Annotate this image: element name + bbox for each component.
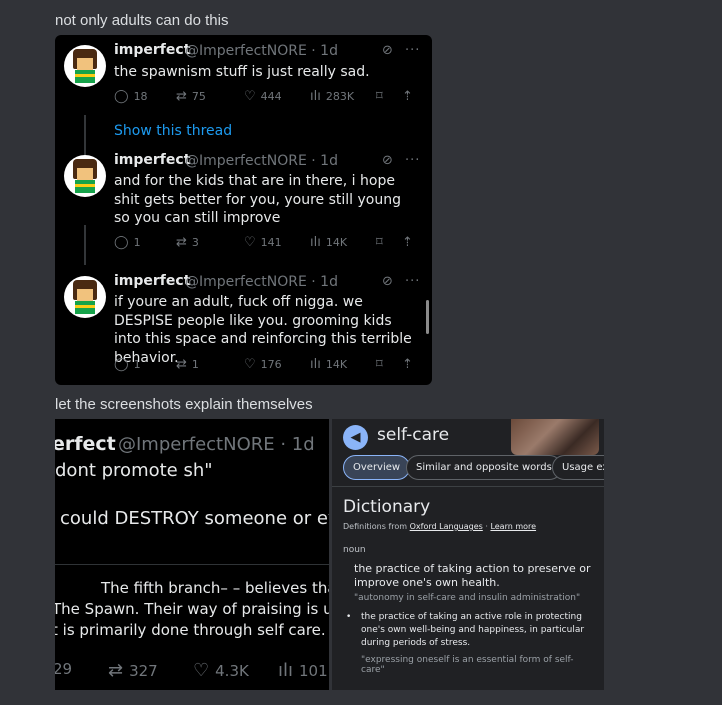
handle: @ImperfectNORE · 1d xyxy=(185,43,338,59)
views-icon: ılı xyxy=(310,89,321,104)
thread-connector xyxy=(84,225,86,265)
views-count: 101 xyxy=(299,661,328,680)
reply-icon: ◯ xyxy=(114,357,129,372)
quoted-text-line: t is primarily done through self care. xyxy=(55,621,326,639)
repost-icon: ⇄ xyxy=(108,660,124,681)
tweet-actions: ◯ 1 ⇄ 3 ♡ 141 ılı 14K ⌑ ⇡ xyxy=(114,235,424,251)
tweet-thread-screenshot[interactable]: imperfect @ImperfectNORE · 1d ⊘ ··· the … xyxy=(55,35,432,385)
divider xyxy=(55,564,329,565)
reply-icon: ◯ xyxy=(114,89,129,104)
reply-count: 18 xyxy=(133,90,148,103)
bookmark-icon: ⌑ xyxy=(376,235,383,250)
learn-more-link: Learn more xyxy=(490,522,537,531)
repost-icon: ⇄ xyxy=(176,89,187,104)
views-count: 14K xyxy=(325,236,348,249)
tweet-text-line: could DESTROY someone or eve xyxy=(60,508,329,529)
scrollbar[interactable] xyxy=(426,300,429,334)
tweet-actions: ◯ 18 ⇄ 75 ♡ 444 ılı 283K ⌑ ⇡ xyxy=(114,89,424,105)
like-icon: ♡ xyxy=(244,357,256,372)
views-icon: ılı xyxy=(310,235,321,250)
reply-icon: ◯ xyxy=(114,235,129,250)
avatar xyxy=(64,155,106,197)
repost-count: 75 xyxy=(191,90,206,103)
views-count: 14K xyxy=(325,358,348,371)
tweet-text: if youre an adult, fuck off nigga. we DE… xyxy=(114,294,412,366)
share-icon: ⇡ xyxy=(402,235,413,250)
image-thumbnail xyxy=(511,419,599,455)
more-icon: ··· xyxy=(405,153,421,168)
message-text: let the screenshots explain themselves xyxy=(55,396,313,413)
bookmark-icon: ⌑ xyxy=(376,357,383,372)
handle: @ImperfectNORE · 1d xyxy=(185,153,338,169)
more-icon: ··· xyxy=(405,43,421,58)
views-count: 283K xyxy=(325,90,355,103)
quoted-text-line: The fifth branch– – believes that tl xyxy=(101,579,329,597)
like-count: 444 xyxy=(260,90,282,103)
example-2: "expressing oneself is an essential form… xyxy=(361,655,574,675)
reply-count: 29 xyxy=(55,660,73,678)
like-icon: ♡ xyxy=(244,89,256,104)
show-thread-link: Show this thread xyxy=(114,123,233,139)
part-of-speech: noun xyxy=(343,545,366,555)
like-count: 4.3K xyxy=(215,661,249,680)
tweet-text: and for the kids that are in there, i ho… xyxy=(114,173,401,226)
grok-icon: ⊘ xyxy=(382,274,393,289)
grok-icon: ⊘ xyxy=(382,43,393,58)
bullet: • xyxy=(346,612,352,622)
dictionary-source: Definitions from Oxford Languages · Lear… xyxy=(343,522,537,531)
display-name: imperfect xyxy=(114,42,191,58)
tweet-actions: ◯ 1 ⇄ 1 ♡ 176 ılı 14K ⌑ ⇡ xyxy=(114,357,424,373)
source-prefix: Definitions from xyxy=(343,522,408,531)
definition-1: the practice of taking action to preserv… xyxy=(354,562,591,589)
repost-count: 327 xyxy=(129,661,158,680)
chip-usage-examples: Usage ex xyxy=(552,455,604,480)
repost-icon: ⇄ xyxy=(176,357,187,372)
handle: @ImperfectNORE · 1d xyxy=(185,274,338,290)
like-icon: ♡ xyxy=(193,660,210,681)
zoomed-tweet-screenshot[interactable]: erfect @ImperfectNORE · 1d dont promote … xyxy=(55,419,329,690)
reply-count: 1 xyxy=(133,236,141,249)
like-count: 141 xyxy=(260,236,282,249)
thread-connector xyxy=(84,115,86,155)
repost-count: 3 xyxy=(191,236,199,249)
share-icon: ⇡ xyxy=(402,89,413,104)
avatar xyxy=(64,45,106,87)
display-name: erfect xyxy=(55,433,116,455)
repost-icon: ⇄ xyxy=(176,235,187,250)
source-link: Oxford Languages xyxy=(409,522,483,531)
repost-count: 1 xyxy=(191,358,199,371)
avatar xyxy=(64,276,106,318)
handle: @ImperfectNORE · 1d xyxy=(118,434,315,455)
chip-similar-words: Similar and opposite words xyxy=(406,455,562,480)
chip-overview: Overview xyxy=(343,455,411,480)
dictionary-title: Dictionary xyxy=(343,497,431,517)
dictionary-screenshot[interactable]: ◀ self-care Overview Similar and opposit… xyxy=(332,419,604,690)
like-count: 176 xyxy=(260,358,282,371)
message-text: not only adults can do this xyxy=(55,12,229,29)
speaker-icon: ◀ xyxy=(343,425,368,450)
like-icon: ♡ xyxy=(244,235,256,250)
display-name: imperfect xyxy=(114,152,191,168)
example-1: "autonomy in self-care and insulin admin… xyxy=(354,593,581,603)
definition-2: the practice of taking an active role in… xyxy=(361,612,585,648)
tweet-text-line: dont promote sh" xyxy=(55,460,213,481)
views-icon: ılı xyxy=(278,660,294,681)
reply-count: 1 xyxy=(133,358,141,371)
divider xyxy=(332,486,604,487)
more-icon: ··· xyxy=(405,274,421,289)
bookmark-icon: ⌑ xyxy=(376,89,383,104)
share-icon: ⇡ xyxy=(402,357,413,372)
dictionary-word: self-care xyxy=(377,425,450,445)
grok-icon: ⊘ xyxy=(382,153,393,168)
views-icon: ılı xyxy=(310,357,321,372)
display-name: imperfect xyxy=(114,273,191,289)
tweet-text: the spawnism stuff is just really sad. xyxy=(114,64,370,80)
quoted-text-line: The Spawn. Their way of praising is up t… xyxy=(55,600,329,618)
